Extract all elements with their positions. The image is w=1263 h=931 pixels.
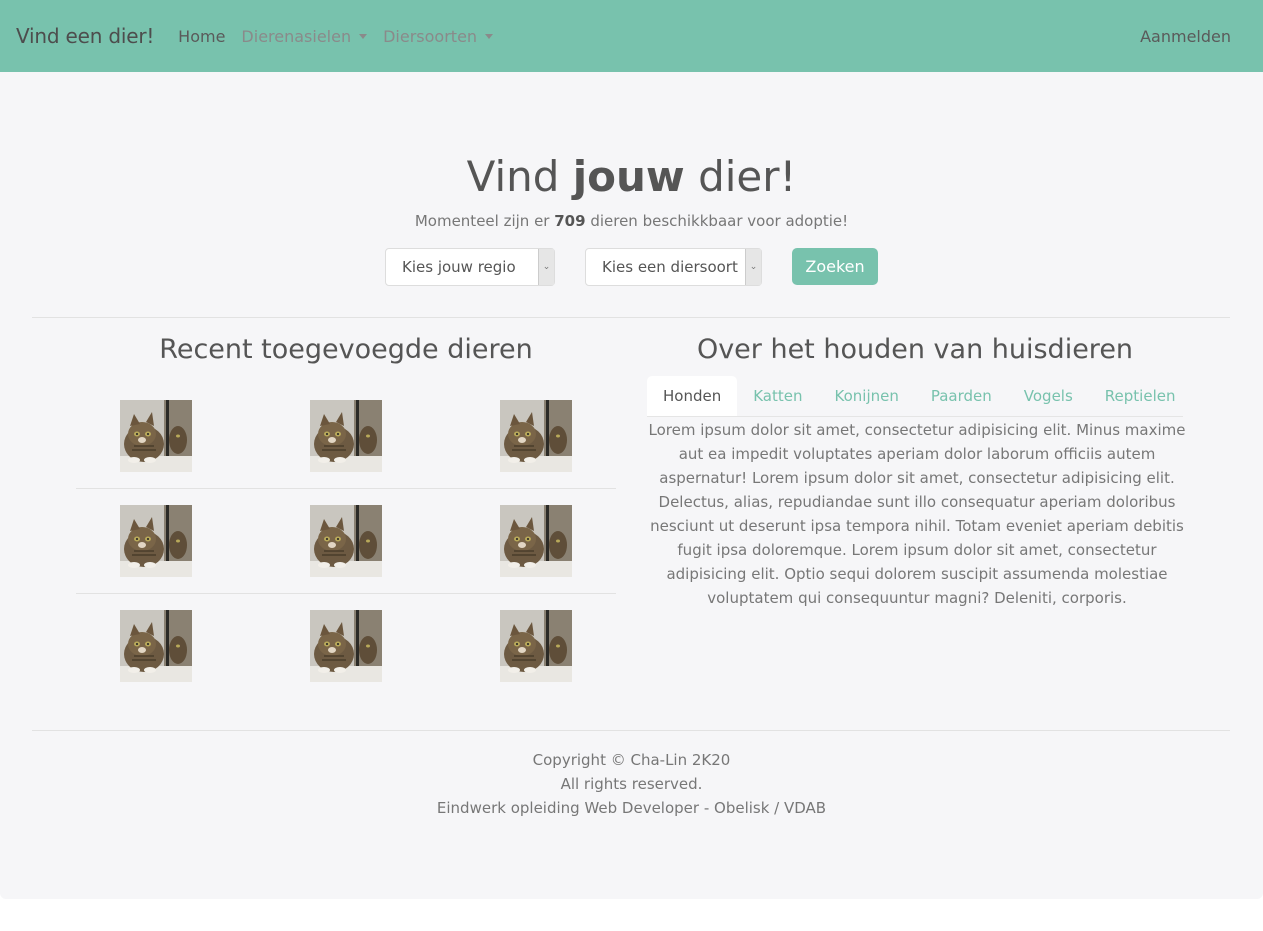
species-select-value: Kies een diersoort [602,258,738,276]
animal-photo[interactable] [500,505,572,577]
row-divider [76,593,616,594]
caret-down-icon [359,33,368,39]
animal-photo[interactable] [310,505,382,577]
hero-title-bold: jouw [572,152,685,201]
animal-photo[interactable] [120,505,192,577]
main-content: Vind jouw dier! Momenteel zijn er 709 di… [0,72,1263,899]
login-link[interactable]: Aanmelden [1140,27,1231,46]
available-count: 709 [554,212,586,230]
nav-species-dropdown[interactable]: Diersoorten [383,26,494,46]
hero-sub-post: dieren beschikkbaar voor adoptie! [585,212,849,230]
search-button[interactable]: Zoeken [792,248,878,285]
footer-rights: All rights reserved. [560,775,703,793]
hero-subtitle: Momenteel zijn er 709 dieren beschikkbaa… [0,212,1263,230]
row-divider [76,488,616,489]
animal-photo[interactable] [120,610,192,682]
chevron-down-icon: ⌄ [538,249,554,285]
footer: Copyright © Cha-Lin 2K20 All rights rese… [0,748,1263,820]
tab-reptielen[interactable]: Reptielen [1089,376,1192,416]
tab-katten[interactable]: Katten [737,376,818,416]
nav-home[interactable]: Home [178,27,225,46]
footer-copyright: Copyright © Cha-Lin 2K20 [532,751,731,769]
hero-title-post: dier! [684,152,797,201]
hero-title-pre: Vind [466,152,573,201]
info-tabs: Honden Katten Konijnen Paarden Vogels Reptiel… [647,376,1183,417]
tab-konijnen[interactable]: Konijnen [819,376,915,416]
region-select-value: Kies jouw regio [402,258,516,276]
info-title: Over het houden van huisdieren [696,334,1134,365]
caret-down-icon [485,33,494,39]
recent-title: Recent toegevoegde dieren [159,334,533,365]
tab-paarden[interactable]: Paarden [915,376,1008,416]
animal-photo[interactable] [310,610,382,682]
nav-shelters-label: Dierenasielen [241,26,352,46]
species-select[interactable]: Kies een diersoort ⌄ [585,248,762,286]
region-select[interactable]: Kies jouw regio ⌄ [385,248,555,286]
divider [32,317,1230,318]
nav-shelters-dropdown[interactable]: Dierenasielen [241,26,368,46]
chevron-down-icon: ⌄ [745,249,761,285]
animal-photo[interactable] [120,400,192,472]
footer-credits: Eindwerk opleiding Web Developer - Obeli… [436,799,827,817]
navbar: Vind een dier! Home Dierenasielen Dierso… [0,0,1263,72]
divider [32,730,1230,731]
hero-title: Vind jouw dier! [0,152,1263,201]
tab-honden[interactable]: Honden [647,376,738,416]
hero-sub-pre: Momenteel zijn er [414,212,555,230]
tab-vogels[interactable]: Vogels [1008,376,1089,416]
info-text: Lorem ipsum dolor sit amet, consectetur … [648,421,1186,607]
brand-link[interactable]: Vind een dier! [16,24,154,48]
animal-photo[interactable] [500,400,572,472]
animal-photo[interactable] [310,400,382,472]
animal-photo[interactable] [500,610,572,682]
nav-species-label: Diersoorten [383,26,478,46]
